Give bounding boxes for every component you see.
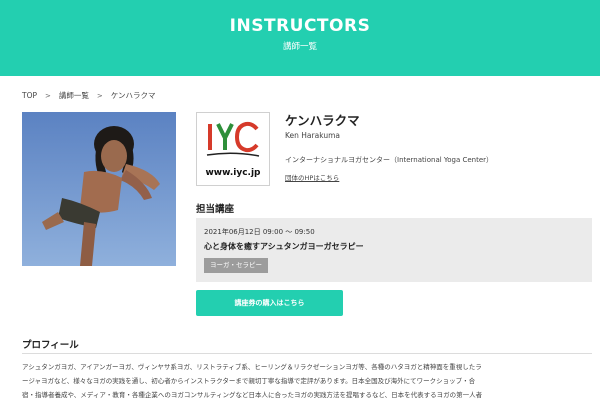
breadcrumb-item-current: ケンハラクマ (110, 91, 156, 100)
page-subtitle: 講師一覧 (282, 42, 317, 52)
logo-url-text: www.iyc.jp (205, 168, 261, 178)
breadcrumb-separator: > (96, 91, 103, 100)
page-title: INSTRUCTORS (229, 16, 371, 36)
profile-line: アシュタンガヨガ、アイアンガーヨガ、ヴィンヤサ系ヨガ、リストラティブ系、ヒーリン… (22, 363, 482, 371)
profile-line: 宿・指導者養成や、メディア・教育・各種企業へのヨガコンサルティングなど日本人に合… (22, 391, 483, 399)
instructor-organization: インターナショナルヨガセンター（International Yoga Cente… (285, 156, 494, 164)
profile-heading: プロフィール (22, 340, 79, 351)
instructor-name-en: Ken Harakuma (285, 131, 340, 140)
course-tag: ヨーガ・セラピー (204, 258, 268, 273)
instructor-photo (22, 112, 176, 266)
organization-hp-link[interactable]: 団体のHPはこちら (285, 172, 339, 182)
profile-text: アシュタンガヨガ、アイアンガーヨガ、ヴィンヤサ系ヨガ、リストラティブ系、ヒーリン… (22, 360, 592, 400)
instructor-name: ケンハラクマ (285, 113, 360, 128)
organization-logo: www.iyc.jp (196, 112, 270, 186)
buy-ticket-button[interactable]: 講座券の購入はこちら (196, 290, 343, 316)
courses-heading: 担当講座 (196, 204, 235, 215)
breadcrumb-separator: > (45, 91, 51, 100)
course-date: 2021年06月12日 09:00 〜 09:50 (204, 228, 315, 236)
breadcrumb-item-instructors[interactable]: 講師一覧 (59, 90, 89, 101)
breadcrumb: TOP > 講師一覧 > ケンハラクマ (22, 90, 156, 101)
course-title[interactable]: 心と身体を癒すアシュタンガヨーガセラピー (204, 241, 364, 252)
profile-divider (22, 353, 592, 354)
breadcrumb-item-top[interactable]: TOP (22, 91, 37, 100)
page-hero: INSTRUCTORS 講師一覧 (0, 0, 600, 76)
course-card[interactable]: 2021年06月12日 09:00 〜 09:50 心と身体を癒すアシュタンガヨ… (196, 218, 592, 282)
profile-line: ージャヨガなど、様々なヨガの実践を通し、初心者からインストラクターまで親切丁寧な… (22, 377, 476, 385)
